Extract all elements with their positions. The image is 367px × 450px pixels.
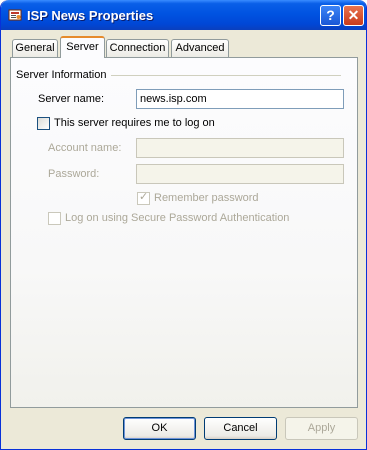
group-title: Server Information <box>16 69 111 81</box>
properties-dialog: ISP News Properties ? ✕ General Server C… <box>0 0 367 450</box>
password-input[interactable] <box>136 164 344 184</box>
news-properties-icon <box>8 9 22 21</box>
remember-password-checkbox[interactable]: ✓ <box>137 191 150 205</box>
close-button[interactable]: ✕ <box>343 5 364 26</box>
apply-button[interactable]: Apply <box>285 417 358 440</box>
tab-connection[interactable]: Connection <box>106 39 169 57</box>
tab-server[interactable]: Server <box>60 36 105 58</box>
help-icon: ? <box>326 7 335 23</box>
tab-general[interactable]: General <box>12 39 58 57</box>
title-bar[interactable]: ISP News Properties ? ✕ <box>1 0 366 30</box>
group-divider <box>111 75 341 76</box>
window-title: ISP News Properties <box>27 8 154 23</box>
ok-button[interactable]: OK <box>123 417 196 440</box>
spa-checkbox[interactable] <box>48 212 61 225</box>
tab-panel-server <box>10 57 358 408</box>
account-name-input[interactable] <box>136 138 344 158</box>
account-name-label: Account name: <box>48 142 122 154</box>
close-icon: ✕ <box>347 7 360 23</box>
tab-advanced[interactable]: Advanced <box>171 39 229 57</box>
cancel-button[interactable]: Cancel <box>204 417 277 440</box>
password-label: Password: <box>48 168 100 180</box>
spa-label: Log on using Secure Password Authenticat… <box>65 212 290 224</box>
remember-password-label: Remember password <box>154 192 259 204</box>
help-button[interactable]: ? <box>320 5 341 26</box>
server-name-label: Server name: <box>38 93 105 105</box>
require-logon-label: This server requires me to log on <box>54 117 215 129</box>
server-name-input[interactable]: news.isp.com <box>136 89 344 109</box>
require-logon-checkbox[interactable] <box>37 117 50 130</box>
checkmark-icon: ✓ <box>139 191 149 203</box>
